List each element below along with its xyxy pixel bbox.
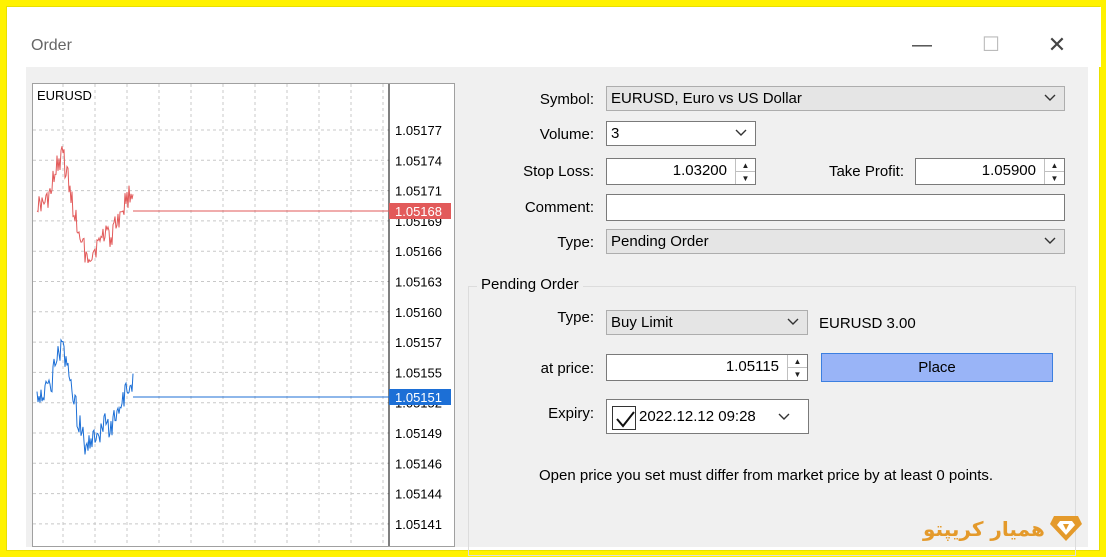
price-tick-label: 1.05160	[395, 305, 442, 320]
order-type-select[interactable]: Pending Order	[606, 229, 1065, 254]
comment-input[interactable]	[606, 194, 1065, 221]
min-distance-note: Open price you set must differ from mark…	[539, 467, 994, 484]
close-icon: ✕	[1047, 32, 1067, 57]
close-button[interactable]: ✕	[1042, 31, 1072, 59]
stop-loss-spinner[interactable]: ▲ ▼	[735, 159, 755, 184]
expiry-checkbox[interactable]	[612, 406, 636, 430]
bid-price-series	[36, 338, 134, 455]
price-tick-label: 1.05155	[395, 365, 442, 380]
checkmark-icon	[616, 411, 635, 428]
pending-type-label: Type:	[557, 309, 594, 326]
pending-type-value: Buy Limit	[611, 314, 673, 331]
title-bar[interactable]: Order — ☐ ✕	[7, 7, 1101, 67]
ask-price-label: 1.05168	[395, 204, 442, 219]
chevron-down-icon	[1044, 94, 1056, 101]
take-profit-value: 1.05900	[981, 162, 1036, 179]
price-tick-label: 1.05146	[395, 456, 442, 471]
spinner-up-icon[interactable]: ▲	[1045, 159, 1064, 172]
chevron-down-icon	[735, 129, 747, 136]
watermark-text: همیار کریپتو	[923, 517, 1045, 541]
tick-chart: 1.05177 1.05174 1.05171 1.05169 1.05166 1.051…	[32, 83, 455, 547]
chevron-down-icon	[787, 318, 799, 325]
order-type-label: Type:	[557, 234, 594, 251]
symbol-select[interactable]: EURUSD, Euro vs US Dollar	[606, 86, 1065, 111]
price-tick-label: 1.05171	[395, 184, 442, 199]
spinner-down-icon[interactable]: ▼	[788, 368, 807, 381]
at-price-spinner[interactable]: ▲ ▼	[787, 355, 807, 380]
spinner-down-icon[interactable]: ▼	[736, 172, 755, 185]
spinner-up-icon[interactable]: ▲	[788, 355, 807, 368]
window-title: Order	[31, 37, 72, 54]
maximize-button[interactable]: ☐	[976, 31, 1006, 59]
at-price-field[interactable]: 1.05115 ▲ ▼	[606, 354, 808, 381]
volume-value: 3	[611, 125, 620, 142]
minimize-button[interactable]: —	[907, 31, 937, 59]
price-tick-label: 1.05141	[395, 517, 442, 532]
volume-combo[interactable]: 3	[606, 121, 756, 146]
symbol-select-value: EURUSD, Euro vs US Dollar	[611, 90, 802, 107]
price-tick-label: 1.05174	[395, 153, 442, 168]
spinner-down-icon[interactable]: ▼	[1045, 172, 1064, 185]
expiry-datetime: 2022.12.12 09:28	[639, 408, 756, 425]
pending-order-group-title: Pending Order	[477, 276, 583, 293]
comment-label: Comment:	[524, 199, 594, 216]
stop-loss-field[interactable]: 1.03200 ▲ ▼	[606, 158, 756, 185]
price-tick-label: 1.05163	[395, 275, 442, 290]
chevron-down-icon	[778, 413, 790, 420]
order-window: Order — ☐ ✕ 1.05177 1.05174 1.05171 1.05169…	[6, 6, 1101, 556]
minimize-icon: —	[912, 34, 932, 56]
price-tick-label: 1.05177	[395, 123, 442, 138]
volume-summary: EURUSD 3.00	[819, 315, 916, 332]
price-tick-label: 1.05144	[395, 487, 442, 502]
take-profit-field[interactable]: 1.05900 ▲ ▼	[915, 158, 1065, 185]
price-tick-label: 1.05157	[395, 335, 442, 350]
expiry-label: Expiry:	[548, 405, 594, 422]
price-tick-label: 1.05166	[395, 244, 442, 259]
chevron-down-icon	[1044, 237, 1056, 244]
take-profit-label: Take Profit:	[828, 163, 904, 180]
pending-type-select[interactable]: Buy Limit	[606, 310, 808, 335]
spinner-up-icon[interactable]: ▲	[736, 159, 755, 172]
chart-symbol-label: EURUSD	[37, 88, 92, 103]
ask-price-series	[36, 146, 134, 264]
stop-loss-label: Stop Loss:	[523, 163, 594, 180]
watermark-logo: همیار کریپتو	[923, 513, 1083, 549]
symbol-label: Symbol:	[539, 91, 594, 108]
maximize-icon: ☐	[982, 34, 1000, 56]
diamond-logo-icon	[1050, 516, 1082, 541]
at-price-label: at price:	[540, 360, 594, 377]
take-profit-spinner[interactable]: ▲ ▼	[1044, 159, 1064, 184]
place-button[interactable]: Place	[821, 353, 1053, 382]
price-tick-label: 1.05149	[395, 426, 442, 441]
expiry-field[interactable]: 2022.12.12 09:28	[606, 399, 809, 434]
tick-chart-canvas: 1.051771.051741.051711.051691.051661.051…	[33, 84, 451, 546]
volume-label: Volume:	[539, 126, 594, 143]
bid-price-label: 1.05151	[395, 390, 442, 405]
dialog-client: 1.05177 1.05174 1.05171 1.05169 1.05166 1.051…	[26, 67, 1088, 556]
at-price-value: 1.05115	[725, 358, 779, 375]
stop-loss-value: 1.03200	[672, 162, 727, 179]
order-type-value: Pending Order	[611, 233, 709, 250]
